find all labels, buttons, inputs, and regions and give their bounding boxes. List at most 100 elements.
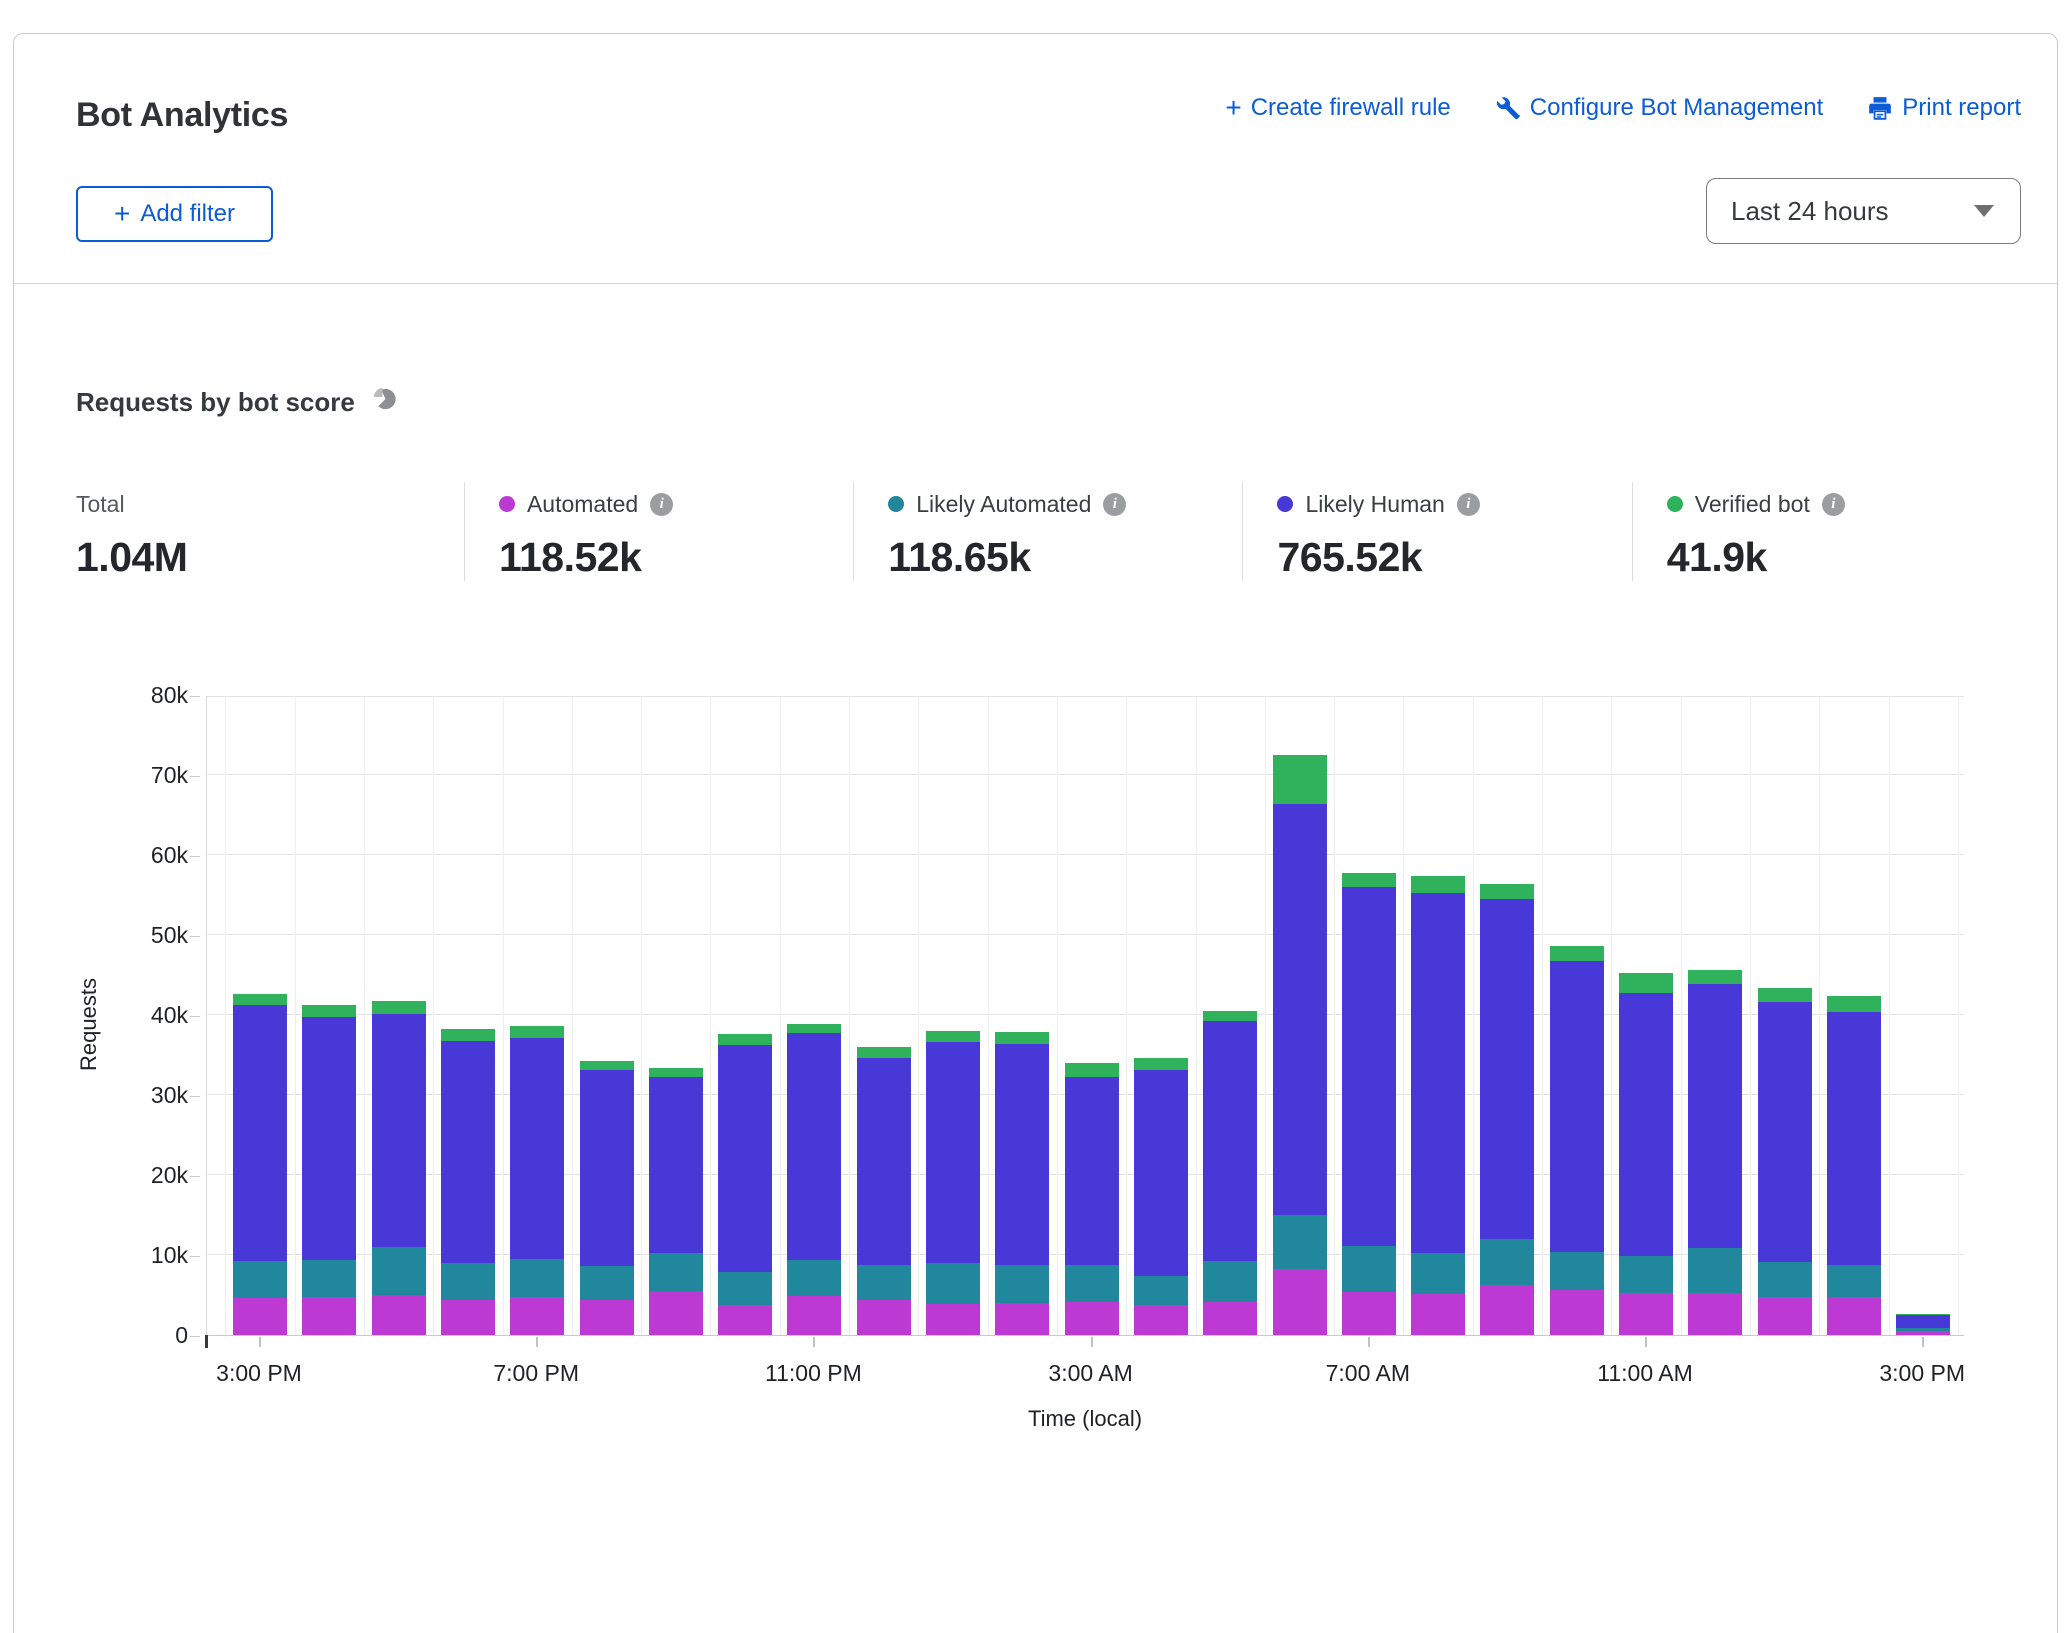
- bar-segment-verified_bot[interactable]: [1896, 1314, 1950, 1315]
- bar-segment-verified_bot[interactable]: [233, 994, 287, 1005]
- bar-segment-likely_automated[interactable]: [926, 1263, 980, 1304]
- bar-segment-likely_human[interactable]: [302, 1017, 356, 1259]
- bar-segment-likely_automated[interactable]: [441, 1263, 495, 1300]
- bar-segment-likely_automated[interactable]: [1827, 1265, 1881, 1297]
- bar-segment-verified_bot[interactable]: [1688, 970, 1742, 984]
- time-range-dropdown[interactable]: Last 24 hours: [1706, 178, 2021, 244]
- bar-segment-verified_bot[interactable]: [1411, 876, 1465, 893]
- bar-segment-verified_bot[interactable]: [302, 1005, 356, 1017]
- bar-segment-likely_human[interactable]: [441, 1041, 495, 1263]
- bar-segment-likely_human[interactable]: [1827, 1012, 1881, 1266]
- bar-segment-likely_human[interactable]: [1203, 1021, 1257, 1261]
- bar-segment-likely_human[interactable]: [926, 1042, 980, 1263]
- bar-segment-verified_bot[interactable]: [1480, 884, 1534, 899]
- bar-segment-verified_bot[interactable]: [1550, 946, 1604, 961]
- bar-segment-automated[interactable]: [233, 1298, 287, 1335]
- bar-segment-likely_human[interactable]: [372, 1014, 426, 1247]
- bar-segment-automated[interactable]: [857, 1300, 911, 1335]
- info-icon[interactable]: i: [1103, 493, 1126, 516]
- bar-segment-likely_human[interactable]: [1273, 804, 1327, 1215]
- bar-segment-automated[interactable]: [649, 1291, 703, 1335]
- bar-segment-likely_automated[interactable]: [233, 1261, 287, 1299]
- bar-segment-likely_automated[interactable]: [649, 1253, 703, 1291]
- bar-segment-likely_human[interactable]: [1134, 1070, 1188, 1276]
- bar-segment-likely_human[interactable]: [1896, 1315, 1950, 1329]
- bar-segment-likely_automated[interactable]: [1342, 1246, 1396, 1292]
- bar-segment-likely_automated[interactable]: [857, 1265, 911, 1299]
- bar-segment-verified_bot[interactable]: [510, 1026, 564, 1038]
- create-firewall-rule-link[interactable]: + Create firewall rule: [1225, 94, 1450, 122]
- bar-segment-automated[interactable]: [1758, 1297, 1812, 1335]
- bar-segment-likely_human[interactable]: [857, 1058, 911, 1265]
- bar-segment-likely_automated[interactable]: [718, 1272, 772, 1306]
- bar-segment-verified_bot[interactable]: [1203, 1011, 1257, 1021]
- bar-segment-likely_human[interactable]: [718, 1045, 772, 1272]
- bar-segment-likely_automated[interactable]: [1619, 1256, 1673, 1293]
- bar-segment-likely_automated[interactable]: [787, 1260, 841, 1296]
- bar-segment-automated[interactable]: [995, 1303, 1049, 1335]
- info-icon[interactable]: i: [650, 493, 673, 516]
- bar-segment-automated[interactable]: [441, 1300, 495, 1335]
- bar-segment-verified_bot[interactable]: [1273, 755, 1327, 804]
- bar-segment-likely_human[interactable]: [1411, 893, 1465, 1253]
- bar-segment-likely_human[interactable]: [1688, 984, 1742, 1248]
- add-filter-button[interactable]: + Add filter: [76, 186, 273, 242]
- bar-segment-likely_automated[interactable]: [1134, 1276, 1188, 1305]
- info-icon[interactable]: i: [1822, 493, 1845, 516]
- bar-segment-verified_bot[interactable]: [1758, 988, 1812, 1002]
- bar-segment-verified_bot[interactable]: [1827, 996, 1881, 1012]
- bar-segment-automated[interactable]: [1827, 1297, 1881, 1335]
- bar-segment-likely_human[interactable]: [1480, 899, 1534, 1239]
- bar-segment-automated[interactable]: [718, 1305, 772, 1335]
- bar-segment-verified_bot[interactable]: [649, 1068, 703, 1078]
- bar-segment-verified_bot[interactable]: [1134, 1058, 1188, 1070]
- bar-segment-likely_automated[interactable]: [1550, 1252, 1604, 1290]
- bar-segment-verified_bot[interactable]: [441, 1029, 495, 1041]
- bar-segment-likely_automated[interactable]: [1688, 1248, 1742, 1294]
- bar-segment-automated[interactable]: [1342, 1292, 1396, 1335]
- bar-segment-likely_automated[interactable]: [995, 1265, 1049, 1303]
- bar-segment-likely_automated[interactable]: [1065, 1265, 1119, 1303]
- bar-segment-likely_automated[interactable]: [1758, 1262, 1812, 1297]
- info-icon[interactable]: i: [1457, 493, 1480, 516]
- configure-bot-management-link[interactable]: Configure Bot Management: [1495, 94, 1824, 122]
- bar-segment-likely_human[interactable]: [787, 1033, 841, 1259]
- bar-segment-verified_bot[interactable]: [718, 1034, 772, 1044]
- bar-segment-automated[interactable]: [1619, 1293, 1673, 1335]
- bar-segment-likely_automated[interactable]: [1896, 1328, 1950, 1331]
- bar-segment-verified_bot[interactable]: [580, 1061, 634, 1071]
- bar-segment-likely_human[interactable]: [1550, 961, 1604, 1251]
- bar-segment-likely_automated[interactable]: [1411, 1253, 1465, 1295]
- bar-segment-verified_bot[interactable]: [1619, 973, 1673, 993]
- bar-segment-automated[interactable]: [372, 1295, 426, 1335]
- bar-segment-automated[interactable]: [580, 1300, 634, 1335]
- bar-segment-automated[interactable]: [926, 1304, 980, 1335]
- bar-segment-likely_human[interactable]: [580, 1070, 634, 1266]
- bar-segment-likely_automated[interactable]: [510, 1259, 564, 1297]
- bar-segment-automated[interactable]: [510, 1297, 564, 1335]
- bar-segment-likely_automated[interactable]: [302, 1260, 356, 1297]
- bar-segment-likely_automated[interactable]: [1273, 1215, 1327, 1269]
- bar-segment-likely_human[interactable]: [1758, 1002, 1812, 1262]
- bar-segment-likely_human[interactable]: [510, 1038, 564, 1259]
- bar-segment-verified_bot[interactable]: [787, 1024, 841, 1034]
- bar-segment-likely_automated[interactable]: [580, 1266, 634, 1300]
- bar-segment-automated[interactable]: [1273, 1269, 1327, 1335]
- bar-segment-automated[interactable]: [1896, 1331, 1950, 1335]
- bar-segment-verified_bot[interactable]: [926, 1031, 980, 1042]
- bar-segment-automated[interactable]: [1688, 1293, 1742, 1335]
- bar-segment-likely_human[interactable]: [1065, 1077, 1119, 1264]
- bar-segment-likely_human[interactable]: [1619, 993, 1673, 1256]
- bar-segment-verified_bot[interactable]: [995, 1032, 1049, 1044]
- bar-segment-verified_bot[interactable]: [1342, 873, 1396, 887]
- bar-segment-likely_human[interactable]: [233, 1005, 287, 1260]
- bar-segment-likely_automated[interactable]: [1480, 1239, 1534, 1285]
- bar-segment-automated[interactable]: [1065, 1302, 1119, 1335]
- bar-segment-verified_bot[interactable]: [857, 1047, 911, 1058]
- bar-segment-automated[interactable]: [1134, 1305, 1188, 1335]
- bar-segment-automated[interactable]: [1411, 1294, 1465, 1335]
- print-report-link[interactable]: Print report: [1867, 94, 2021, 122]
- bar-segment-likely_human[interactable]: [649, 1077, 703, 1252]
- bar-segment-automated[interactable]: [1480, 1285, 1534, 1335]
- bar-segment-likely_automated[interactable]: [372, 1247, 426, 1295]
